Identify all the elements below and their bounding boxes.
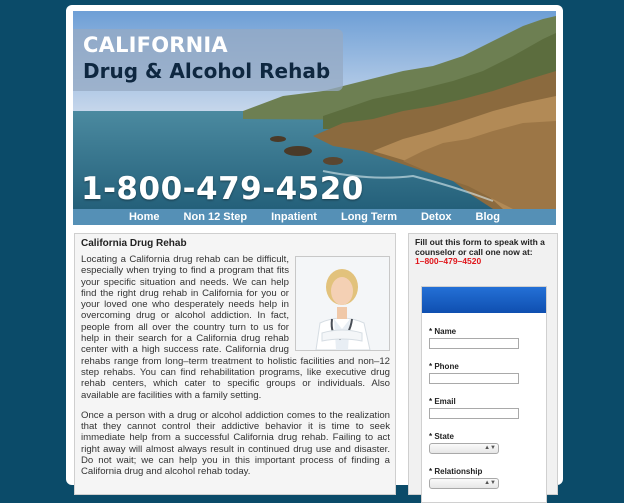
content-heading: California Drug Rehab <box>81 238 187 249</box>
sidebar-intro: Fill out this form to speak with a couns… <box>415 237 555 267</box>
state-label: * State <box>429 432 454 441</box>
relationship-label: * Relationship <box>429 467 483 476</box>
relationship-select[interactable]: ▲▼ <box>429 478 499 489</box>
sidebar-intro-text: Fill out this form to speak with a couns… <box>415 237 545 257</box>
doctor-photo <box>295 256 390 351</box>
nav-long-term[interactable]: Long Term <box>329 211 409 223</box>
email-label: * Email <box>429 397 456 406</box>
header-banner: CALIFORNIA Drug & Alcohol Rehab 1-800-47… <box>73 11 556 209</box>
email-input[interactable] <box>429 408 519 419</box>
nav-non-12-step[interactable]: Non 12 Step <box>172 211 260 223</box>
contact-form: * Name * Phone * Email * State ▲▼ * Rela… <box>421 286 547 503</box>
site-title-box: CALIFORNIA Drug & Alcohol Rehab <box>73 29 343 91</box>
nav-blog[interactable]: Blog <box>464 211 512 223</box>
content-paragraph-2: Once a person with a drug or alcohol add… <box>81 409 390 478</box>
doctor-icon <box>296 257 389 351</box>
form-header-bar <box>422 287 546 313</box>
main-content: California Drug Rehab Locating a Califor… <box>74 233 396 495</box>
select-arrow-icon: ▲▼ <box>484 445 496 451</box>
name-input[interactable] <box>429 338 519 349</box>
state-select[interactable]: ▲▼ <box>429 443 499 454</box>
nav-inpatient[interactable]: Inpatient <box>259 211 329 223</box>
page-container: CALIFORNIA Drug & Alcohol Rehab 1-800-47… <box>66 5 563 503</box>
nav-detox[interactable]: Detox <box>409 211 464 223</box>
phone-label: * Phone <box>429 362 459 371</box>
header-phone-number[interactable]: 1-800-479-4520 <box>81 171 364 207</box>
content-body: Locating a California drug rehab can be … <box>81 254 390 487</box>
site-title-line2: Drug & Alcohol Rehab <box>83 59 331 83</box>
nav-home[interactable]: Home <box>117 211 172 223</box>
phone-input[interactable] <box>429 373 519 384</box>
contact-sidebar: Fill out this form to speak with a couns… <box>408 233 558 503</box>
select-arrow-icon: ▲▼ <box>484 480 496 486</box>
name-label: * Name <box>429 327 457 336</box>
main-nav: Home Non 12 Step Inpatient Long Term Det… <box>73 209 556 225</box>
sidebar-phone-number[interactable]: 1–800–479–4520 <box>415 256 555 267</box>
site-title-line1: CALIFORNIA <box>83 33 228 57</box>
